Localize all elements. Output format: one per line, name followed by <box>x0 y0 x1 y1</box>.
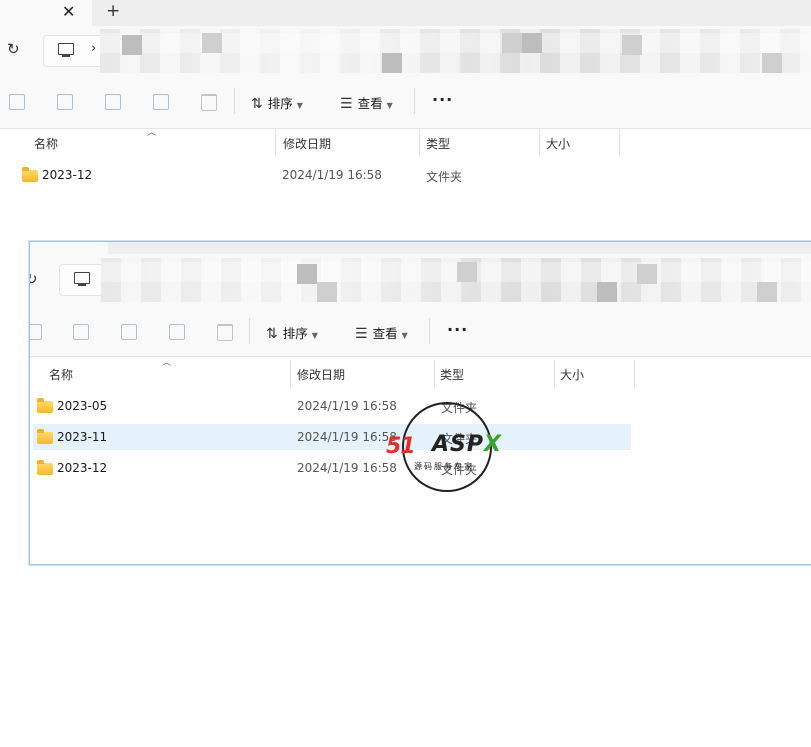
column-header-row: 名称 修改日期 类型 大小 <box>30 360 811 388</box>
sort-button[interactable]: ⇅ 排序 ▼ <box>266 323 318 342</box>
view-label: 查看 <box>372 326 398 341</box>
file-row[interactable]: 2023-12 2024/1/19 16:58 文件夹 <box>18 162 618 188</box>
computer-icon <box>58 43 74 57</box>
refresh-icon[interactable]: ↻ <box>7 40 20 58</box>
folder-icon <box>37 460 53 475</box>
folder-icon <box>37 398 53 413</box>
column-date-header[interactable]: 修改日期 <box>283 135 331 152</box>
share-icon[interactable] <box>153 94 169 110</box>
folder-icon <box>22 167 38 182</box>
rename-icon[interactable] <box>121 324 137 340</box>
delete-icon[interactable] <box>201 94 217 111</box>
paste-icon[interactable] <box>57 94 73 110</box>
active-tab[interactable]: ✕ <box>0 0 92 26</box>
watermark-logo: 51 ASPX 源码服务专家 <box>386 402 512 494</box>
file-name: 2023-05 <box>57 399 108 413</box>
view-icon: ☰ <box>355 326 368 342</box>
sort-label: 排序 <box>267 96 293 111</box>
column-size-header[interactable]: 大小 <box>546 135 570 152</box>
more-options-button[interactable]: ··· <box>447 320 468 339</box>
chevron-down-icon: ▼ <box>401 331 408 340</box>
watermark-brand-text: ASPX <box>432 432 502 457</box>
delete-icon[interactable] <box>217 324 233 341</box>
rename-icon[interactable] <box>105 94 121 110</box>
file-name: 2023-11 <box>57 430 108 444</box>
column-type-header[interactable]: 类型 <box>440 366 464 383</box>
file-date: 2024/1/19 16:58 <box>297 399 397 413</box>
chevron-down-icon: ▼ <box>296 101 303 110</box>
toolbar-divider <box>429 318 430 344</box>
file-row[interactable]: 2023-05 2024/1/19 16:58 文件夹 <box>33 393 631 419</box>
file-type: 文件夹 <box>426 170 463 184</box>
sort-icon: ⇅ <box>266 326 278 342</box>
watermark-brand-x: X <box>484 432 502 457</box>
chevron-down-icon: ▼ <box>311 331 318 340</box>
paste-icon[interactable] <box>73 324 89 340</box>
close-tab-icon[interactable]: ✕ <box>62 2 75 21</box>
folder-icon <box>37 429 53 444</box>
command-bar: ⇅ 排序 ▼ ☰ 查看 ▼ ··· <box>0 74 811 129</box>
file-name: 2023-12 <box>57 461 108 475</box>
refresh-icon[interactable]: ↻ <box>30 270 38 288</box>
breadcrumb-chevron-icon[interactable]: › <box>91 41 96 56</box>
file-date: 2024/1/19 16:58 <box>282 168 382 182</box>
column-header-row: 名称 修改日期 类型 大小 <box>0 129 811 157</box>
chevron-down-icon: ▼ <box>386 101 393 110</box>
command-bar: ⇅ 排序 ▼ ☰ 查看 ▼ ··· <box>30 302 811 357</box>
tab-strip: ✕ + <box>0 0 811 26</box>
sort-ascending-icon: ︿ <box>162 358 172 368</box>
more-options-button[interactable]: ··· <box>432 90 453 109</box>
file-name: 2023-12 <box>42 168 93 182</box>
sort-ascending-icon: ︿ <box>147 128 157 138</box>
file-date: 2024/1/19 16:58 <box>297 430 397 444</box>
sort-button[interactable]: ⇅ 排序 ▼ <box>251 93 303 112</box>
view-button[interactable]: ☰ 查看 ▼ <box>355 323 408 342</box>
tab-strip <box>30 242 811 254</box>
view-icon: ☰ <box>340 96 353 112</box>
watermark-tagline: 源码服务专家 <box>414 462 474 471</box>
view-button[interactable]: ☰ 查看 ▼ <box>340 93 393 112</box>
watermark-brand-asp: ASP <box>432 432 484 457</box>
watermark-brand-number: 51 <box>386 434 416 459</box>
share-icon[interactable] <box>169 324 185 340</box>
toolbar-divider <box>414 88 415 114</box>
sort-icon: ⇅ <box>251 96 263 112</box>
column-date-header[interactable]: 修改日期 <box>297 366 345 383</box>
toolbar-divider <box>249 318 250 344</box>
computer-icon <box>74 272 90 286</box>
active-tab[interactable] <box>30 242 108 254</box>
new-tab-icon[interactable]: + <box>106 1 120 21</box>
column-type-header[interactable]: 类型 <box>426 135 450 152</box>
pixelated-address-redaction <box>101 258 811 302</box>
sort-label: 排序 <box>282 326 308 341</box>
column-size-header[interactable]: 大小 <box>560 366 584 383</box>
file-row-selected[interactable]: 2023-11 2024/1/19 16:58 文件夹 <box>33 424 631 450</box>
column-name-header[interactable]: 名称 <box>34 135 58 152</box>
copy-icon[interactable] <box>9 94 25 110</box>
file-date: 2024/1/19 16:58 <box>297 461 397 475</box>
column-name-header[interactable]: 名称 <box>49 366 73 383</box>
view-label: 查看 <box>357 96 383 111</box>
file-row[interactable]: 2023-12 2024/1/19 16:58 文件夹 <box>33 455 631 481</box>
pixelated-address-redaction <box>100 29 811 73</box>
toolbar-divider <box>234 88 235 114</box>
copy-icon[interactable] <box>30 324 42 340</box>
